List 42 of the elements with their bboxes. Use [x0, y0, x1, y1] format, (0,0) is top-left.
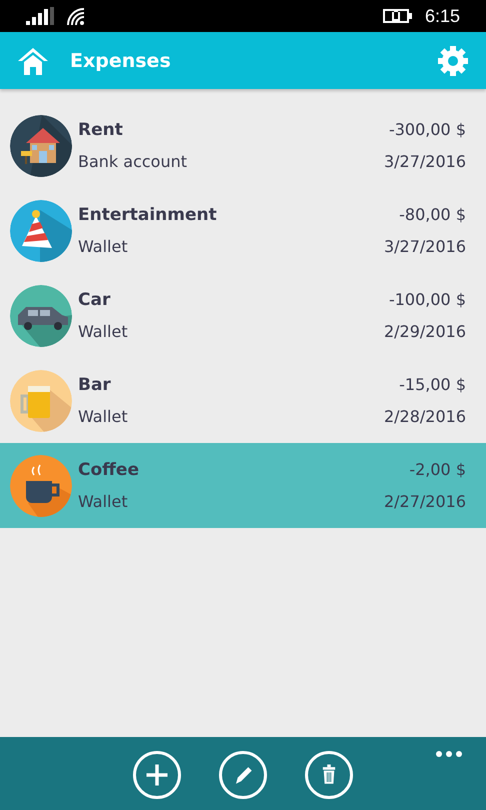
- expense-item[interactable]: Rent -300,00 $ Bank account 3/27/2016: [0, 103, 486, 188]
- beer-mug-icon: [10, 370, 72, 432]
- expense-category: Coffee: [78, 460, 140, 480]
- expense-date: 3/27/2016: [384, 152, 466, 171]
- expense-item[interactable]: Entertainment -80,00 $ Wallet 3/27/2016: [0, 188, 486, 273]
- page-title: Expenses: [70, 50, 171, 72]
- delete-button[interactable]: [305, 751, 353, 799]
- clock-time: 6:15: [424, 6, 460, 26]
- more-icon[interactable]: [436, 751, 462, 757]
- edit-button[interactable]: [219, 751, 267, 799]
- expense-item[interactable]: Coffee -2,00 $ Wallet 2/27/2016: [0, 443, 486, 528]
- signal-icon: [26, 7, 54, 25]
- wifi-icon: [66, 7, 86, 25]
- add-button[interactable]: [133, 751, 181, 799]
- expense-amount: -2,00 $: [408, 460, 466, 480]
- expense-date: 3/27/2016: [384, 237, 466, 256]
- expense-category: Entertainment: [78, 205, 218, 225]
- trash-icon: [322, 764, 336, 784]
- expense-date: 2/28/2016: [384, 407, 466, 426]
- expense-item[interactable]: Bar -15,00 $ Wallet 2/28/2016: [0, 358, 486, 443]
- expense-amount: -300,00 $: [388, 120, 466, 140]
- pencil-icon: [236, 767, 252, 784]
- coffee-cup-icon: [10, 454, 72, 516]
- expense-amount: -100,00 $: [388, 290, 466, 310]
- expense-item[interactable]: Car -100,00 $ Wallet 2/29/2016: [0, 273, 486, 358]
- expense-amount: -15,00 $: [398, 375, 466, 395]
- expense-date: 2/29/2016: [384, 322, 466, 341]
- expense-account: Wallet: [78, 407, 129, 426]
- party-hat-icon: [10, 200, 72, 262]
- expense-account: Wallet: [78, 237, 129, 256]
- expense-category: Bar: [78, 375, 112, 395]
- expense-account: Bank account: [78, 152, 188, 171]
- plus-icon: [144, 762, 170, 788]
- car-icon: [10, 284, 72, 346]
- expense-category: Rent: [78, 120, 124, 140]
- expense-account: Wallet: [78, 322, 129, 341]
- expense-category: Car: [78, 290, 112, 310]
- expense-amount: -80,00 $: [398, 205, 466, 225]
- expense-date: 2/27/2016: [384, 492, 466, 511]
- expense-account: Wallet: [78, 492, 129, 511]
- house-icon: [10, 114, 72, 176]
- battery-charging-icon: [382, 8, 413, 24]
